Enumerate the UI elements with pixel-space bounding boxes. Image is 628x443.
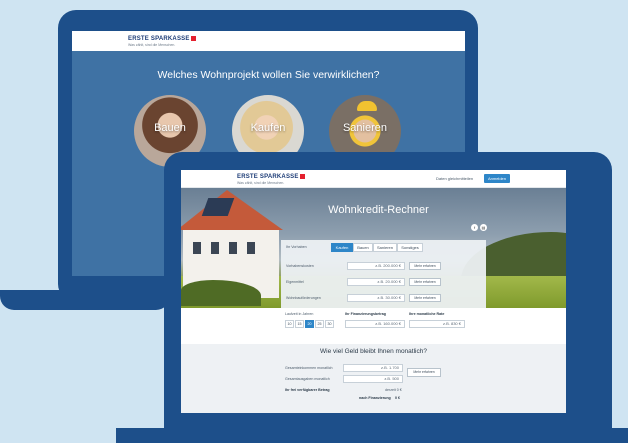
budget-section: Wie viel Geld bleibt Ihnen monatlich? Ge… [181, 344, 566, 413]
income-input[interactable]: z.B. 1.700 [343, 364, 403, 372]
available-value: derzeit 0 € [385, 388, 402, 392]
term-option-20[interactable]: 20 [305, 320, 314, 328]
tab-sonstiges[interactable]: Sonstiges [397, 243, 423, 252]
brand-tagline: Was zählt, sind die Menschen. [128, 43, 176, 48]
financing-section: Laufzeit in Jahren 10 15 20 25 30 Ihr Fi… [181, 308, 566, 344]
budget-title: Wie viel Geld bleibt Ihnen monatlich? [320, 348, 427, 355]
equity-more-button[interactable]: Mehr erfahren [409, 278, 441, 286]
house-window [229, 242, 237, 254]
costs-label: Vorhabenskosten [286, 264, 314, 268]
subsidy-more-button[interactable]: Mehr erfahren [409, 294, 441, 302]
available-label: Ihr frei verfügbarer Betrag [285, 388, 330, 392]
expenses-label: Gesamtausgaben monatlich [285, 377, 330, 381]
brand-name: ERSTE SPARKASSE [237, 174, 299, 181]
front-laptop-screen: ERSTE SPARKASSE Was zählt, sind die Mens… [181, 170, 566, 413]
hard-hat-icon [357, 101, 377, 111]
print-icon[interactable]: ▤ [480, 224, 487, 231]
house-window [247, 242, 255, 254]
amount-input[interactable]: z.B. 160.000 € [345, 320, 405, 328]
costs-input[interactable]: z.B. 200.000 € [347, 262, 405, 270]
term-option-30[interactable]: 30 [325, 320, 334, 328]
after-financing-label: nach Finanzierung [359, 396, 391, 400]
back-site-header: ERSTE SPARKASSE Was zählt, sind die Mens… [72, 31, 465, 51]
brand-name: ERSTE SPARKASSE [128, 36, 190, 43]
equity-label: Eigenmittel [286, 280, 304, 284]
hero-banner: Wohnkredit-Rechner f ▤ Ihr Vorhaben Kauf… [181, 188, 566, 308]
project-question: Welches Wohnprojekt wollen Sie verwirkli… [157, 69, 380, 81]
option-label: Bauen [154, 122, 186, 134]
income-label: Gesamteinkommen monatlich [285, 366, 333, 370]
facebook-icon[interactable]: f [471, 224, 478, 231]
page-title: Wohnkredit-Rechner [328, 204, 429, 216]
brand-logo[interactable]: ERSTE SPARKASSE Was zählt, sind die Mens… [237, 174, 306, 185]
tab-bauen[interactable]: Bauen [353, 243, 373, 252]
expenses-input[interactable]: z.B. 500 [343, 375, 403, 383]
tab-kaufen[interactable]: Kaufen [331, 243, 353, 252]
term-option-10[interactable]: 10 [285, 320, 294, 328]
subsidy-label: Wohnbauförderungen [286, 296, 321, 300]
house-window [211, 242, 219, 254]
sparkasse-s-icon [299, 174, 305, 179]
term-label: Laufzeit in Jahren [285, 312, 314, 316]
intent-label: Ihr Vorhaben [286, 245, 307, 249]
amount-label: Ihr Finanzierungsbetrag [345, 312, 386, 316]
term-option-25[interactable]: 25 [315, 320, 324, 328]
login-button[interactable]: Anmelden [484, 174, 510, 183]
back-laptop-base [0, 290, 170, 310]
front-laptop-base [116, 428, 628, 443]
tab-sanieren[interactable]: Sanieren [373, 243, 397, 252]
option-label: Kaufen [250, 122, 286, 134]
brand-tagline: Was zählt, sind die Menschen. [237, 181, 285, 186]
front-site-header: ERSTE SPARKASSE Was zählt, sind die Mens… [181, 170, 566, 188]
costs-more-button[interactable]: Mehr erfahren [409, 262, 441, 270]
header-data-link[interactable]: Daten gleichmitteilen [436, 176, 473, 181]
equity-input[interactable]: z.B. 20.000 € [347, 278, 405, 286]
sparkasse-s-icon [190, 36, 196, 41]
after-financing-value: 0 € [395, 396, 400, 400]
rate-input[interactable]: z.B. 830 € [409, 320, 465, 328]
budget-more-button[interactable]: Mehr erfahren [407, 368, 441, 377]
option-label: Sanieren [342, 122, 388, 134]
rate-label: Ihre monatliche Rate [409, 312, 445, 316]
term-option-15[interactable]: 15 [295, 320, 304, 328]
house-window [193, 242, 201, 254]
subsidy-input[interactable]: z.B. 30.000 € [347, 294, 405, 302]
brand-logo[interactable]: ERSTE SPARKASSE Was zählt, sind die Mens… [128, 36, 197, 47]
calculator-panel: Ihr Vorhaben Kaufen Bauen Sanieren Sonst… [281, 240, 486, 308]
